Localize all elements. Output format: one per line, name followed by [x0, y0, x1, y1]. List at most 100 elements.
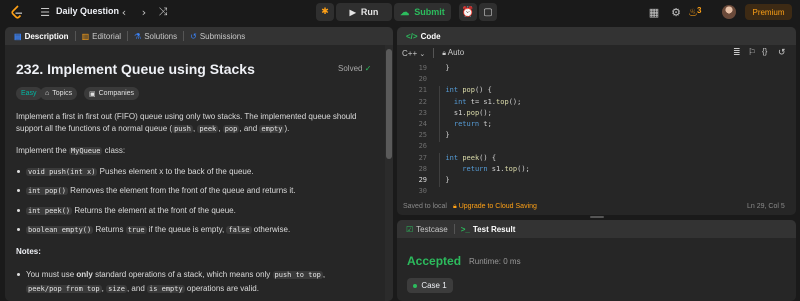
flask-icon: ⚗ [134, 31, 142, 41]
shuffle-icon[interactable]: ⤨ [156, 5, 170, 19]
inline-code: int peek() [26, 207, 73, 215]
book-icon: ▥ [81, 31, 90, 41]
streak-count[interactable]: 3 [697, 6, 701, 15]
tab-solutions[interactable]: ⚗ Solutions [130, 27, 181, 45]
note-text: , and [126, 284, 147, 293]
inline-code: int pop() [26, 187, 68, 195]
chevron-down-icon: ⌄ [419, 50, 426, 58]
cloud-upload-icon: ☁ [400, 6, 410, 17]
list-item: int peek() Returns the element at the fr… [17, 206, 236, 215]
list-item: void push(int x) Pushes element x to the… [17, 167, 254, 176]
tab-code[interactable]: </> Code [402, 27, 445, 45]
companies-label: Companies [98, 90, 135, 97]
inline-code: pop [222, 125, 240, 133]
description-scrollbar[interactable] [385, 45, 393, 301]
run-label: Run [360, 7, 379, 17]
tab-testcase[interactable]: ☑ Testcase [402, 220, 452, 238]
tab-divider [127, 31, 129, 41]
topics-chip[interactable]: ⌂ Topics [40, 87, 78, 100]
tab-test-result[interactable]: >_ Test Result [457, 220, 520, 238]
bullet-text: Returns [93, 225, 126, 234]
upgrade-link[interactable]: 🔒︎ Upgrade to Cloud Saving [453, 203, 537, 211]
code-editor[interactable]: } int pop() { int t= s1.top(); s1.pop();… [437, 64, 777, 198]
case-label: Case 1 [421, 281, 447, 290]
bullet-text: Pushes element x to the back of the queu… [97, 167, 254, 176]
bullet-dot [17, 170, 20, 173]
notes-heading: Notes: [16, 247, 41, 256]
note-icon: ▢ [483, 6, 493, 18]
bullet-dot [17, 189, 20, 192]
run-button[interactable]: ▶ Run [336, 3, 392, 21]
inline-code: peek [197, 125, 219, 133]
inline-code: is empty [146, 285, 185, 293]
top-bar: ☰ Daily Question ‹ › ⤨ ✱ ▶ Run ☁ Submit ⏰ … [0, 0, 800, 24]
toolbar-divider [433, 48, 435, 58]
autocomplete-label: Auto [447, 48, 465, 57]
daily-question-title[interactable]: Daily Question [56, 6, 119, 16]
terminal-icon: >_ [460, 224, 470, 234]
code-brackets-icon: </> [406, 31, 418, 41]
problem-list-icon[interactable]: ☰ [38, 5, 52, 19]
chevron-left-icon[interactable]: ‹ [117, 5, 131, 19]
runtime-label: Runtime: 0 ms [469, 257, 521, 266]
bookmark-icon[interactable]: ⚐ [748, 47, 756, 58]
tab-test-result-label: Test Result [472, 224, 516, 234]
autocomplete-toggle[interactable]: 🔒︎ Auto [442, 48, 464, 58]
braces-icon[interactable]: {} [762, 47, 767, 56]
problem-intro: Implement a first in first out (FIFO) qu… [16, 111, 374, 135]
submit-button[interactable]: ☁ Submit [394, 3, 451, 21]
inline-code: size [106, 285, 127, 293]
code-panel: </> Code C++ ⌄ 🔒︎ Auto ≣ ⚐ {} ↺ 19 20 21 … [397, 27, 796, 215]
line-number: 28 [418, 164, 427, 173]
note-text: You must use [26, 270, 77, 279]
line-number-current: 29 [418, 175, 427, 184]
list-item: You must use only standard operations of… [17, 268, 377, 296]
inline-code: empty [259, 125, 285, 133]
tab-editorial[interactable]: ▥ Editorial [78, 27, 125, 45]
avatar[interactable] [722, 5, 736, 19]
solved-label: Solved [338, 64, 363, 73]
reset-icon[interactable]: ↺ [778, 47, 786, 58]
leetcode-logo[interactable] [11, 5, 23, 19]
chevron-right-icon[interactable]: › [137, 5, 151, 19]
tab-submissions[interactable]: ↺ Submissions [186, 27, 249, 45]
test-tabbar: ☑ Testcase >_ Test Result [397, 220, 796, 238]
bullet-text: Returns the element at the front of the … [72, 206, 236, 215]
debug-button[interactable]: ✱ [316, 3, 334, 21]
line-number: 27 [418, 153, 427, 162]
alarm-icon: ⏰ [461, 6, 475, 18]
implement-line: Implement the MyQueue class: [16, 145, 374, 157]
status-dot [413, 283, 418, 288]
difficulty-chip[interactable]: Easy [16, 87, 42, 100]
list-item: boolean empty() Returns true if the queu… [17, 225, 290, 234]
intro-sep: , and [239, 124, 260, 133]
notes-button[interactable]: ▢ [479, 3, 497, 21]
lock-icon: 🔒︎ [453, 203, 457, 210]
accepted-status: Accepted [407, 254, 462, 268]
case-1-tab[interactable]: Case 1 [407, 278, 453, 293]
resize-handle[interactable] [590, 216, 604, 218]
test-panel: ☑ Testcase >_ Test Result Accepted Runtime… [397, 220, 796, 301]
format-icon[interactable]: ≣ [733, 47, 741, 58]
companies-chip[interactable]: ▣ Companies [84, 87, 140, 100]
scrollbar-thumb[interactable] [386, 49, 392, 159]
premium-button[interactable]: Premium [745, 4, 792, 20]
settings-gear-icon[interactable]: ⚙ [669, 5, 683, 19]
intro-sep: ). [284, 124, 290, 133]
tab-divider [74, 31, 76, 41]
tab-description[interactable]: ▤ Description [10, 27, 73, 45]
language-select[interactable]: C++ ⌄ [402, 49, 425, 58]
bullet-text: otherwise. [251, 225, 291, 234]
layout-grid-icon[interactable]: ▦ [647, 5, 661, 19]
upgrade-label: Upgrade to Cloud Saving [458, 203, 537, 210]
lock-icon: ▣ [89, 90, 96, 98]
tab-divider [453, 224, 455, 234]
tab-divider [183, 31, 185, 41]
line-number: 24 [418, 119, 427, 128]
checkbox-icon: ☑ [406, 224, 414, 234]
timer-button[interactable]: ⏰ [459, 3, 477, 21]
solved-badge: Solved ✓ [338, 64, 371, 73]
difficulty-label: Easy [21, 90, 37, 97]
implement-post: class: [102, 146, 126, 155]
note-bold: only [76, 270, 93, 279]
